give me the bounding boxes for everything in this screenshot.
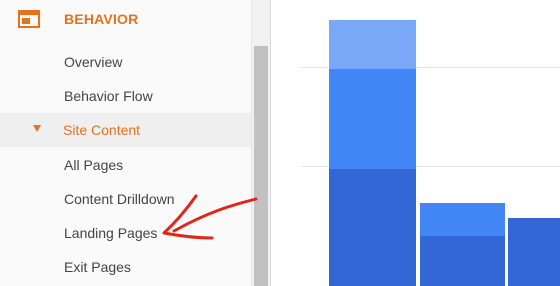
caret-down-icon	[33, 125, 41, 132]
bar-segment[interactable]	[329, 169, 416, 286]
nav-item-label: Exit Pages	[64, 259, 131, 275]
bar-segment[interactable]	[420, 236, 505, 286]
bar-segment[interactable]	[420, 203, 505, 236]
nav-item-all-pages[interactable]: All Pages	[0, 148, 251, 182]
bar-segment[interactable]	[329, 20, 416, 69]
bar-segment[interactable]	[329, 69, 416, 169]
nav-item-label: Site Content	[63, 122, 141, 138]
nav-item-label: Landing Pages	[64, 225, 158, 241]
nav-item-label: All Pages	[64, 157, 124, 173]
nav-item-site-content[interactable]: Site Content	[0, 113, 251, 147]
section-header-behavior[interactable]: BEHAVIOR	[0, 0, 251, 38]
sidebar: BEHAVIOR Overview Behavior Flow Site Con…	[0, 0, 251, 286]
section-title: BEHAVIOR	[64, 11, 139, 27]
behavior-icon	[18, 10, 40, 28]
scrollbar-thumb[interactable]	[254, 46, 268, 286]
nav-item-landing-pages[interactable]: Landing Pages	[0, 216, 251, 250]
bar-segment[interactable]	[508, 218, 560, 286]
nav-item-content-drilldown[interactable]: Content Drilldown	[0, 182, 251, 216]
nav-item-label: Behavior Flow	[64, 88, 153, 104]
chart-panel	[271, 0, 560, 286]
nav-item-behavior-flow[interactable]: Behavior Flow	[0, 79, 251, 113]
nav-item-label: Content Drilldown	[64, 191, 175, 207]
nav-item-overview[interactable]: Overview	[0, 45, 251, 79]
nav-item-label: Overview	[64, 54, 123, 70]
nav-item-exit-pages[interactable]: Exit Pages	[0, 250, 251, 284]
sidebar-scrollbar[interactable]	[251, 0, 270, 286]
